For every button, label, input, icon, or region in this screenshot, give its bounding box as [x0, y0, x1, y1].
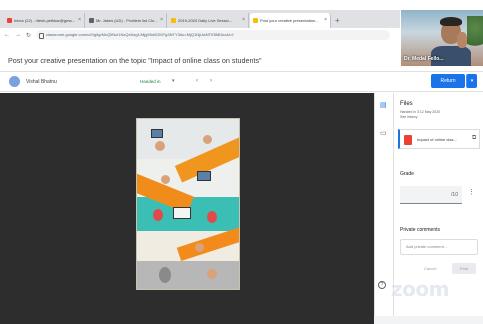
- help-icon[interactable]: ?: [378, 281, 386, 289]
- next-student-button[interactable]: ›: [210, 78, 212, 84]
- submission-time: Handed in 3:12 May 2020: [400, 110, 441, 114]
- private-comments-label: Private comments: [400, 227, 441, 233]
- more-options-icon[interactable]: ⋮: [468, 188, 475, 196]
- comment-icon[interactable]: ▭: [380, 129, 387, 137]
- participant-video: Dr. Medal Fello...: [401, 10, 483, 66]
- status-badge: Handed in: [140, 79, 161, 84]
- classroom-icon: [253, 18, 258, 23]
- participant-name: Dr. Medal Fello...: [404, 56, 444, 62]
- new-tab-button[interactable]: +: [335, 13, 340, 28]
- gmail-icon: [7, 18, 12, 23]
- back-icon[interactable]: ←: [4, 32, 10, 38]
- forward-icon[interactable]: →: [15, 32, 21, 38]
- private-comment-input[interactable]: Add private comment...: [400, 239, 478, 255]
- grade-label: Grade: [400, 171, 414, 177]
- see-history-link[interactable]: See history: [400, 115, 418, 119]
- tab-label: Mr. Jakes (UD) - Problem list Clo...: [96, 18, 158, 23]
- close-tab-icon[interactable]: ×: [242, 17, 245, 23]
- document-viewer: [0, 93, 374, 324]
- browser-tab-problem-list[interactable]: Mr. Jakes (UD) - Problem list Clo... ×: [86, 13, 167, 28]
- classroom-icon: [171, 18, 176, 23]
- screen: Inbox (22) - ritesh.pethkar@gma... × Mr.…: [0, 0, 483, 324]
- image-file-icon: [404, 135, 412, 145]
- person-hand: [457, 32, 467, 48]
- address-row: ← → ↻ classroom.google.com/u/0/g/tg/MzQ0…: [0, 28, 400, 42]
- student-row: Vishal Bhatnu Handed in ▾ ‹ ›: [0, 72, 483, 92]
- tab-label: 2019-2020 Daily Live Sessio...: [178, 18, 233, 23]
- reload-icon[interactable]: ↻: [26, 32, 31, 39]
- grade-input[interactable]: /10: [400, 186, 462, 204]
- browser-tab-gmail[interactable]: Inbox (22) - ritesh.pethkar@gma... ×: [4, 13, 85, 28]
- files-heading: Files: [400, 101, 413, 107]
- return-button[interactable]: Return: [431, 74, 465, 88]
- student-dropdown-icon[interactable]: ▾: [172, 78, 175, 84]
- file-icon[interactable]: ▤: [380, 101, 387, 109]
- address-bar[interactable]: classroom.google.com/u/0/g/tg/MzQ0NzI1Nz…: [36, 30, 390, 40]
- tab-bar: Inbox (22) - ritesh.pethkar@gma... × Mr.…: [0, 10, 400, 28]
- panel-footer: [374, 316, 483, 324]
- cancel-button[interactable]: Cancel: [424, 266, 436, 271]
- return-options-button[interactable]: ▾: [466, 74, 477, 88]
- close-tab-icon[interactable]: ×: [160, 17, 163, 23]
- attachment-name: Impact of online clas...: [417, 137, 457, 142]
- post-button[interactable]: Post: [452, 263, 476, 274]
- page-title: Post your creative presentation on the t…: [8, 56, 262, 65]
- tab-label: Post your creative presentation...: [260, 18, 319, 23]
- zoom-watermark-logo: zoom: [391, 277, 449, 301]
- previous-student-button[interactable]: ‹: [196, 78, 198, 84]
- grade-points: /10: [451, 192, 458, 198]
- avatar: [9, 76, 20, 87]
- attachment-card[interactable]: Impact of online clas... ⧉: [398, 129, 480, 149]
- browser-tab-assignment[interactable]: Post your creative presentation... ×: [250, 13, 331, 28]
- close-tab-icon[interactable]: ×: [78, 17, 81, 23]
- submission-poster-image: [136, 118, 240, 290]
- student-name[interactable]: Vishal Bhatnu: [26, 79, 57, 85]
- tab-label: Inbox (22) - ritesh.pethkar@gma...: [14, 18, 75, 23]
- browser-tab-daily-sessions[interactable]: 2019-2020 Daily Live Sessio... ×: [168, 13, 249, 28]
- close-tab-icon[interactable]: ×: [324, 17, 327, 23]
- person-hair: [440, 17, 462, 26]
- open-in-new-icon[interactable]: ⧉: [472, 135, 476, 142]
- doc-icon: [89, 18, 94, 23]
